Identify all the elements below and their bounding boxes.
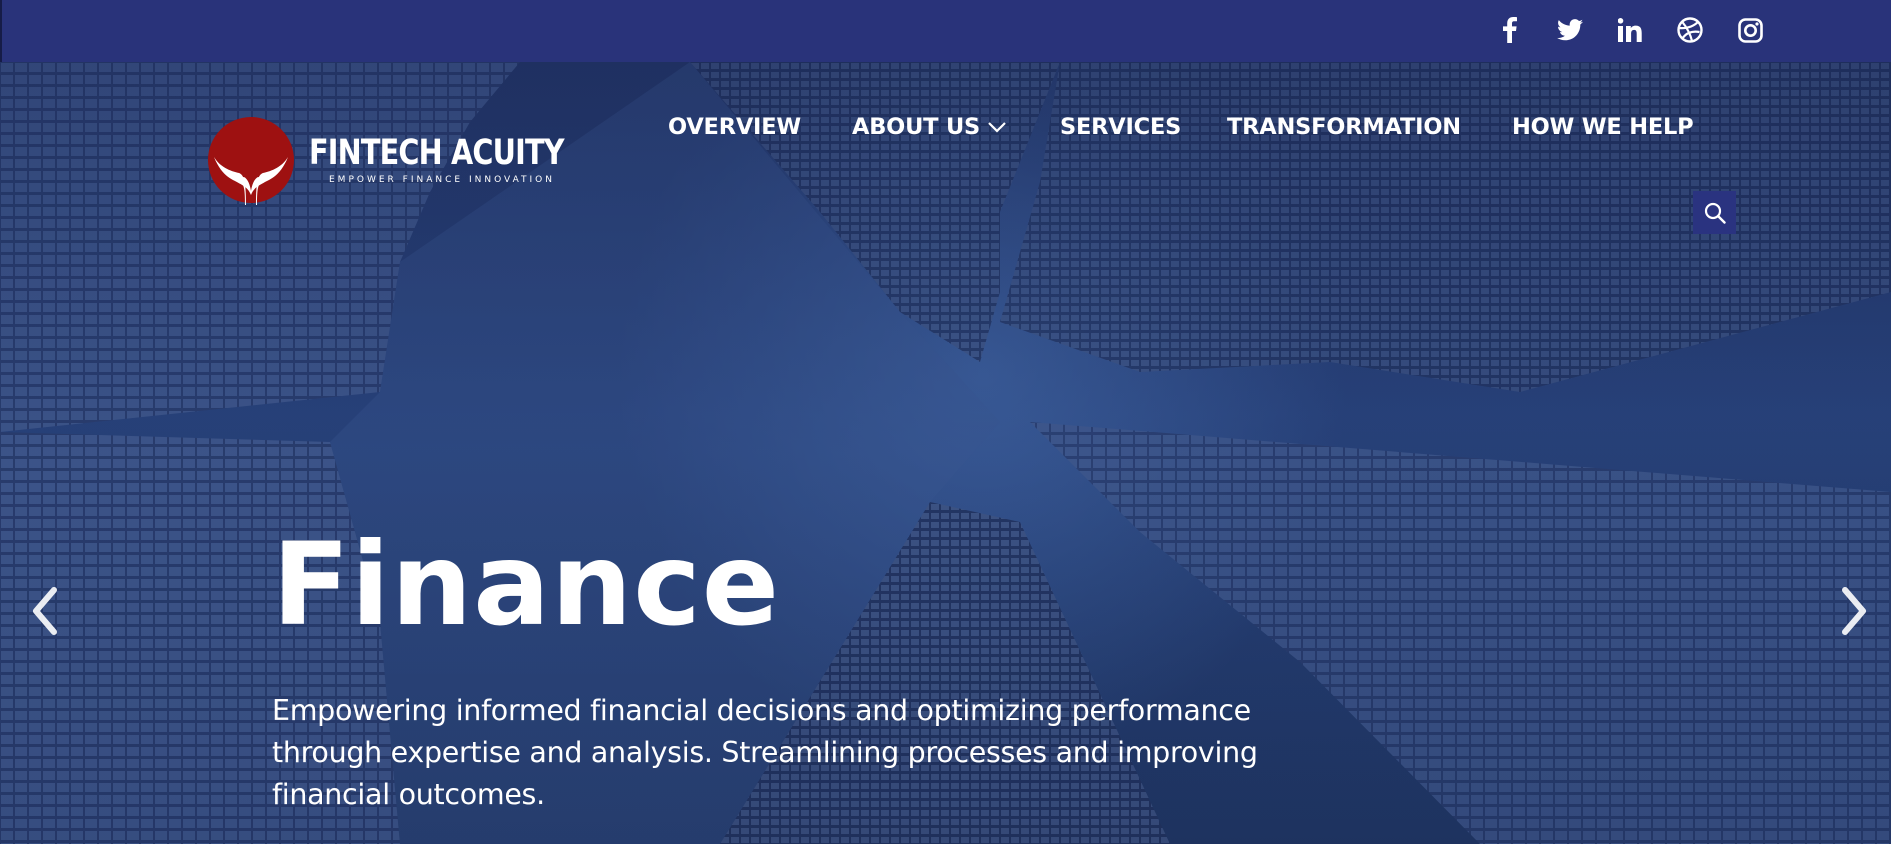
- carousel-next-button[interactable]: [1833, 583, 1873, 639]
- nav-item-label: OVERVIEW: [668, 114, 802, 140]
- twitter-icon[interactable]: [1552, 12, 1588, 48]
- search-button[interactable]: [1693, 191, 1736, 234]
- nav-item-label: SERVICES: [1060, 114, 1182, 140]
- nav-item-label: TRANSFORMATION: [1227, 114, 1461, 140]
- linkedin-icon[interactable]: [1612, 12, 1648, 48]
- facebook-icon[interactable]: [1492, 12, 1528, 48]
- brand-tagline: EMPOWER FINANCE INNOVATION: [329, 175, 555, 185]
- fintech-acuity-logo-icon: [208, 117, 294, 205]
- brand-logo[interactable]: FINTECH ACUITY EMPOWER FINANCE INNOVATIO…: [206, 115, 565, 207]
- brand-name: FINTECH ACUITY: [309, 133, 565, 173]
- nav-item-services[interactable]: SERVICES: [1060, 114, 1181, 144]
- nav-item-label: ABOUT US: [852, 114, 981, 140]
- chevron-right-icon: [1842, 587, 1866, 635]
- hero-title: Finance: [272, 518, 781, 651]
- nav-item-transformation[interactable]: TRANSFORMATION: [1227, 114, 1461, 144]
- chevron-down-icon: [988, 122, 1006, 133]
- search-icon: [1704, 202, 1726, 224]
- nav-item-about-us[interactable]: ABOUT US: [852, 114, 1006, 144]
- carousel-prev-button[interactable]: [26, 583, 66, 639]
- hero-description: Empowering informed financial decisions …: [272, 694, 1258, 811]
- dribbble-icon[interactable]: [1672, 12, 1708, 48]
- instagram-icon[interactable]: [1732, 12, 1768, 48]
- chevron-left-icon: [33, 587, 57, 635]
- nav-item-overview[interactable]: OVERVIEW: [668, 114, 801, 144]
- nav-item-label: HOW WE HELP: [1512, 114, 1694, 140]
- nav-item-how-we-help[interactable]: HOW WE HELP: [1512, 114, 1694, 144]
- top-bar: [0, 0, 1891, 62]
